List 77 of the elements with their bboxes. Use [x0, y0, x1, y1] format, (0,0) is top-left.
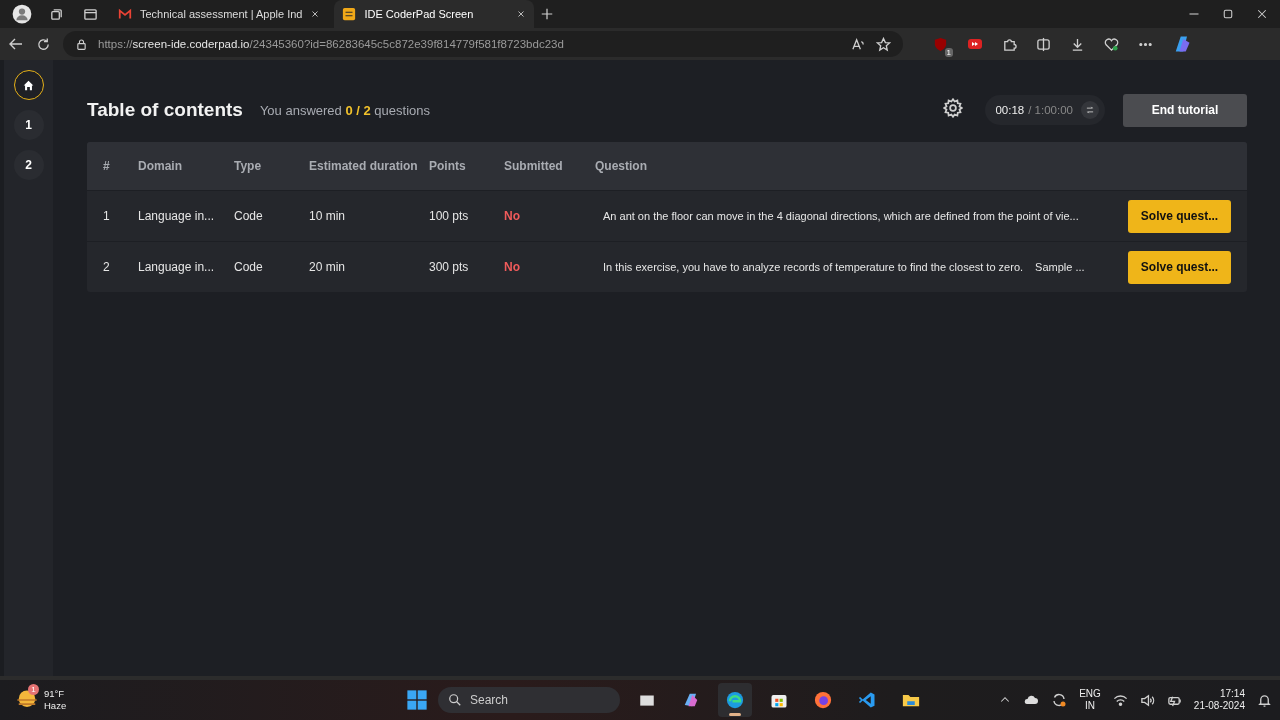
table-cell-text: 300 pts — [429, 260, 470, 274]
column-header: Domain — [138, 159, 183, 173]
close-icon[interactable] — [310, 9, 321, 19]
column-header: Question — [595, 159, 648, 173]
browser-icon[interactable] — [725, 690, 745, 710]
clock-time[interactable]: 17:14 — [1219, 688, 1245, 700]
heart-pulse-icon[interactable] — [1104, 36, 1119, 52]
table-cell-text: 100 pts — [429, 209, 470, 223]
browser-tab[interactable]: IDE CoderPad Screen — [334, 0, 535, 28]
mail-icon — [118, 7, 132, 21]
lock-icon — [75, 37, 88, 51]
profile-icon[interactable] — [12, 4, 32, 24]
url-text: https://screen-ide.coderpad.io/24345360?id=86283645c5c872e39f814779f581f8723bdc23d — [98, 38, 565, 50]
table-cell-text: Language in... — [138, 260, 216, 274]
fast-forward-icon[interactable] — [967, 36, 983, 52]
address-bar[interactable]: https://screen-ide.coderpad.io/24345360?id=86283645c5c872e39f814779f581f8723bdc23d — [63, 31, 903, 57]
checklist-icon — [342, 7, 357, 21]
notifications-icon[interactable] — [1257, 692, 1272, 708]
download-icon[interactable] — [1070, 36, 1085, 52]
wifi-icon[interactable] — [1112, 692, 1128, 708]
page-title: Table of contents — [87, 99, 243, 121]
column-header: Submitted — [504, 159, 564, 173]
progress-summary: You answered 0 / 2 questions — [259, 102, 430, 118]
clock-date[interactable]: 21-08-2024 — [1193, 700, 1245, 712]
code-editor-icon[interactable] — [857, 690, 877, 710]
shield-icon[interactable] — [933, 36, 948, 52]
table-cell-text: 1 — [102, 209, 111, 223]
notification-badge: 1 — [28, 684, 39, 695]
new-tab-icon[interactable] — [540, 7, 555, 21]
table-cell-text: No — [504, 209, 521, 223]
temperature: 91°F — [44, 688, 66, 700]
column-header: Estimated duration — [309, 159, 419, 173]
extension-badge: 1 — [944, 47, 953, 57]
question-text: An ant on the floor can move in the 4 diagonal directions, which are defined from the point of vie... — [602, 210, 1079, 222]
table-cell-text: Code — [234, 260, 264, 274]
solve-question-button[interactable]: Solve quest... — [1128, 250, 1231, 284]
maximize-icon[interactable] — [1222, 8, 1234, 20]
close-icon[interactable] — [1256, 8, 1268, 20]
settings-icon[interactable] — [943, 98, 964, 118]
table-cell-text: Code — [234, 209, 264, 223]
question-nav-button[interactable]: 2 — [13, 150, 44, 180]
table-cell-text: No — [504, 260, 521, 274]
browser-tab[interactable]: Technical assessment | Apple Ind — [110, 0, 329, 28]
column-header: Type — [234, 159, 263, 173]
sync-icon[interactable] — [1051, 692, 1068, 708]
home-button[interactable] — [13, 70, 44, 100]
table-cell-text: 2 — [102, 260, 111, 274]
end-tutorial-button[interactable]: End tutorial — [1123, 93, 1247, 127]
elapsed-time: 00:18 — [995, 104, 1025, 116]
reload-icon[interactable] — [36, 36, 51, 52]
language-indicator[interactable]: IN — [1085, 700, 1095, 712]
column-header: Points — [429, 159, 467, 173]
read-aloud-icon[interactable] — [851, 36, 866, 52]
puzzle-icon[interactable] — [1002, 36, 1017, 52]
solve-question-button[interactable]: Solve quest... — [1128, 199, 1231, 233]
close-icon[interactable] — [516, 9, 527, 19]
column-header: # — [102, 159, 111, 173]
home-icon — [23, 79, 34, 91]
tab-actions-icon[interactable] — [82, 6, 98, 22]
fox-globe-icon[interactable] — [813, 690, 833, 710]
language-indicator[interactable]: ENG — [1079, 688, 1101, 700]
question-nav-button[interactable]: 1 — [13, 110, 44, 140]
workspaces-icon[interactable] — [48, 6, 64, 22]
back-icon[interactable] — [8, 36, 24, 52]
table-cell-text: Language in... — [138, 209, 216, 223]
volume-icon[interactable] — [1139, 692, 1155, 708]
split-screen-icon[interactable] — [1036, 36, 1051, 52]
weather-condition: Haze — [44, 700, 67, 712]
total-time: / 1:00:00 — [1028, 104, 1073, 116]
table-cell-text: 10 min — [309, 209, 347, 223]
search-field[interactable]: Search — [438, 687, 620, 713]
question-text: Sample ... — [1035, 261, 1085, 273]
star-icon[interactable] — [876, 36, 891, 52]
start-icon[interactable] — [406, 689, 428, 711]
table-cell-text: 20 min — [309, 260, 347, 274]
search-icon — [448, 693, 462, 707]
question-text: In this exercise, you have to analyze records of temperature to find the closest to zero. — [602, 261, 1024, 273]
